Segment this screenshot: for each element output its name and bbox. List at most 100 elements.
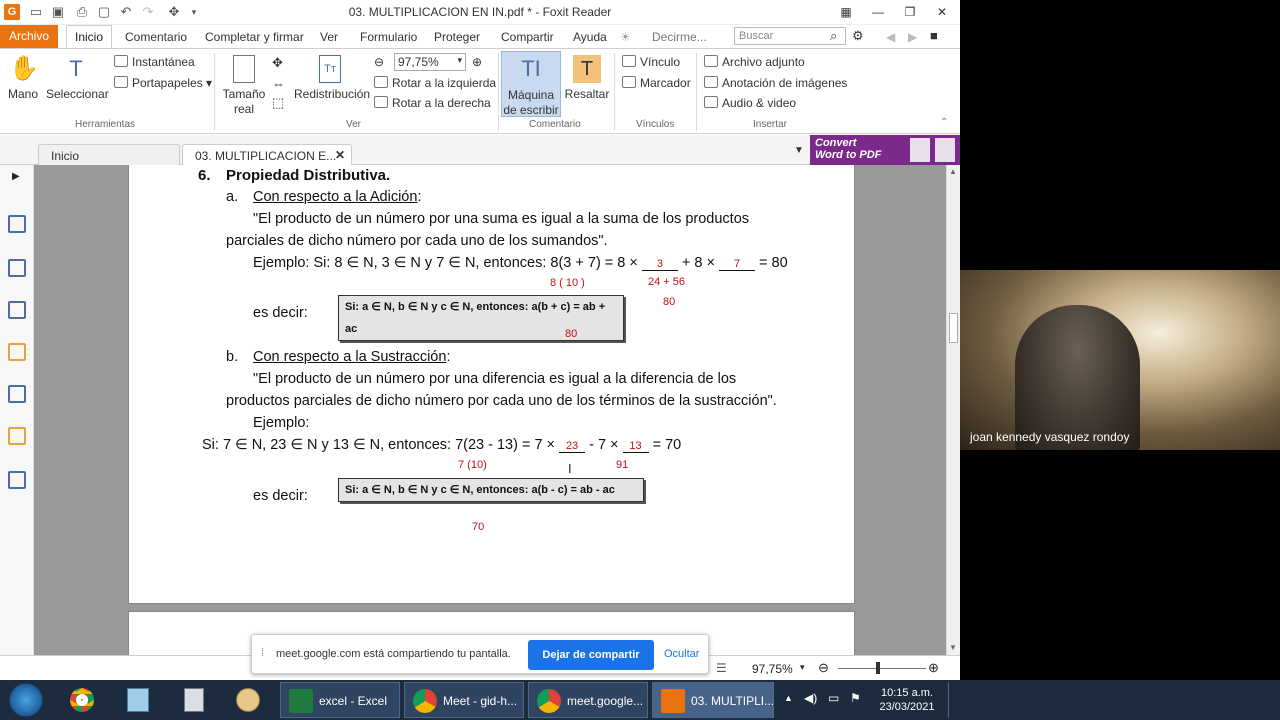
taskbar-meet-1[interactable]: Meet - gid-h... <box>404 682 524 718</box>
calculator-icon[interactable] <box>174 682 214 718</box>
attachment-button[interactable]: Archivo adjunto <box>704 55 805 69</box>
fit-width-icon[interactable]: ⇔ <box>272 76 285 91</box>
link-icon <box>622 55 636 67</box>
taskbar-excel[interactable]: excel - Excel <box>280 682 400 718</box>
user-icon[interactable]: ■ <box>930 28 938 43</box>
convert-word-to-pdf-banner[interactable]: Convert Word to PDF <box>810 135 960 165</box>
show-desktop-button[interactable] <box>948 682 958 718</box>
rotate-right-button[interactable]: Rotar a la derecha <box>374 96 491 110</box>
window-title: 03. MULTIPLICACION EN IN.pdf * - Foxit R… <box>348 5 612 19</box>
zoom-out-icon[interactable]: ⊖ <box>374 55 384 69</box>
search-icon[interactable]: ⌕ <box>830 28 837 44</box>
bookmarks-icon[interactable] <box>8 215 26 233</box>
page-icon <box>233 55 255 83</box>
item-b-quote-2: productos parciales de dicho número por … <box>226 393 777 409</box>
zoom-in-icon[interactable]: ⊕ <box>472 55 482 69</box>
clock[interactable]: 10:15 a.m. 23/03/2021 <box>872 686 942 714</box>
reflow-button[interactable]: Tт Redistribución <box>294 55 370 102</box>
start-button[interactable] <box>4 682 48 718</box>
settings-icon[interactable]: ⚙ <box>852 28 864 44</box>
collapse-ribbon-icon[interactable]: ⌃ <box>940 117 948 128</box>
menu-archivo[interactable]: Archivo <box>0 25 58 48</box>
highlight-button[interactable]: T Resaltar <box>564 55 610 102</box>
attachments-icon[interactable] <box>8 385 26 403</box>
zoom-slider-thumb[interactable] <box>876 662 880 674</box>
participant-name: joan kennedy vasquez rondoy <box>970 430 1130 444</box>
scroll-up-icon[interactable]: ▲ <box>949 167 957 176</box>
status-zoom-out-icon[interactable]: ⊖ <box>818 660 829 676</box>
paint-icon[interactable] <box>228 682 268 718</box>
scroll-down-icon[interactable]: ▼ <box>949 643 957 652</box>
volume-icon[interactable]: ◀) <box>804 691 817 705</box>
menu-proteger[interactable]: Proteger <box>434 30 480 44</box>
rotate-left-button[interactable]: Rotar a la izquierda <box>374 76 496 90</box>
vertical-scrollbar[interactable]: ▲ ▼ <box>946 165 960 655</box>
status-zoom[interactable]: 97,75% <box>752 662 793 676</box>
close-tab-icon[interactable]: ✕ <box>335 148 345 162</box>
security-icon[interactable] <box>8 427 26 445</box>
close-button[interactable]: ✕ <box>932 3 952 21</box>
zoom-slider[interactable] <box>838 668 926 669</box>
drag-handle-icon[interactable]: ⁞ <box>261 647 264 659</box>
tell-me[interactable]: Decirme... <box>652 30 707 44</box>
menu-ayuda[interactable]: Ayuda <box>573 30 607 44</box>
lightbulb-icon: ☀ <box>620 30 631 44</box>
display-icon[interactable]: ▭ <box>828 691 839 705</box>
signature-icon[interactable] <box>8 471 26 489</box>
link-button[interactable]: Vínculo <box>622 55 680 69</box>
taskbar-meet-2[interactable]: meet.google... <box>528 682 648 718</box>
menu-completar-firmar[interactable]: Completar y firmar <box>205 30 304 44</box>
audio-video-button[interactable]: Audio & video <box>704 96 796 110</box>
status-zoom-chevron-icon[interactable]: ▾ <box>800 662 805 673</box>
stop-sharing-button[interactable]: Dejar de compartir <box>528 640 654 670</box>
document-viewer[interactable]: 6. Propiedad Distributiva. a. Con respec… <box>34 165 946 655</box>
tab-inicio[interactable]: Inicio <box>38 144 180 165</box>
menu-inicio[interactable]: Inicio <box>66 25 112 49</box>
menu-comentario[interactable]: Comentario <box>125 30 187 44</box>
minimize-button[interactable]: — <box>868 3 888 21</box>
menu-formulario[interactable]: Formulario <box>360 30 417 44</box>
next-icon[interactable]: ▶ <box>908 30 917 44</box>
scroll-thumb[interactable] <box>949 313 958 343</box>
expand-panel-icon[interactable]: ▶ <box>12 171 20 182</box>
actual-size-button[interactable]: Tamaño real <box>220 55 268 117</box>
attachment-icon <box>704 55 718 67</box>
hide-button[interactable]: Ocultar <box>664 648 699 660</box>
handwriting-80a: 80 <box>663 296 676 308</box>
item-b-ejemplo: Ejemplo: <box>253 415 310 431</box>
menu-ver[interactable]: Ver <box>320 30 338 44</box>
bookmark-button[interactable]: Marcador <box>622 76 691 90</box>
chrome-pinned-icon[interactable] <box>62 682 102 718</box>
fit-visible-icon[interactable]: ⬚ <box>272 95 284 111</box>
tray-expand-icon[interactable]: ▲ <box>784 693 793 703</box>
pages-icon[interactable] <box>8 259 26 277</box>
clipboard-button[interactable]: Portapapeles ▾ <box>114 76 212 90</box>
separator <box>696 53 697 131</box>
flag-icon[interactable]: ⚑ <box>850 691 861 705</box>
share-message: meet.google.com está compartiendo tu pan… <box>276 648 511 660</box>
tab-list-icon[interactable]: ▼ <box>794 145 804 156</box>
layers-icon[interactable] <box>8 301 26 319</box>
layout-icon[interactable]: ▦ <box>836 3 856 21</box>
status-zoom-in-icon[interactable]: ⊕ <box>928 660 939 676</box>
prev-icon[interactable]: ◀ <box>886 30 895 44</box>
participant-video[interactable]: joan kennedy vasquez rondoy <box>960 270 1280 450</box>
pdf-icon <box>935 138 955 162</box>
menu-compartir[interactable]: Compartir <box>501 30 554 44</box>
notepad-icon[interactable] <box>118 682 158 718</box>
tab-document[interactable]: 03. MULTIPLICACION E... ✕ <box>182 144 352 165</box>
hand-button[interactable]: ✋ Mano <box>6 55 40 102</box>
comments-icon[interactable] <box>8 343 26 361</box>
snapshot-button[interactable]: Instantánea <box>114 55 195 69</box>
maximize-button[interactable]: ❐ <box>900 3 920 21</box>
select-button[interactable]: T Seleccionar <box>46 55 109 102</box>
handwriting-80b: 80 <box>565 328 578 340</box>
typewriter-button[interactable]: TI Máquina de escribir <box>501 51 561 117</box>
chrome-icon <box>537 689 561 713</box>
fit-page-icon[interactable]: ✥ <box>272 55 283 71</box>
taskbar-foxit[interactable]: 03. MULTIPLI... <box>652 682 774 718</box>
page-layout-icon[interactable]: ☰ <box>716 661 727 675</box>
bookmark-icon <box>622 76 636 88</box>
image-annotation-button[interactable]: Anotación de imágenes <box>704 76 847 90</box>
zoom-select[interactable]: 97,75% ▾ <box>394 53 466 71</box>
